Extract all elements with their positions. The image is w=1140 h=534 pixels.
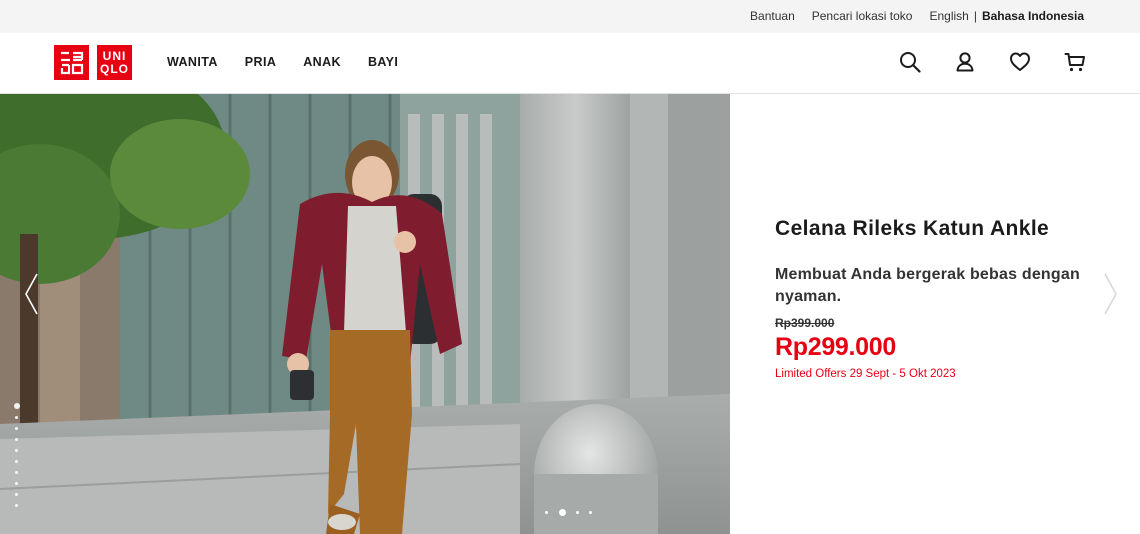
horizontal-dot[interactable] [576,511,579,514]
logo-line-1: UNI [102,48,127,63]
vertical-dot[interactable] [15,493,18,496]
carousel-prev-arrow-icon[interactable] [22,272,40,316]
hero-photo[interactable] [0,94,730,534]
hero-photo-illustration [0,94,730,534]
lang-english-link[interactable]: English [929,9,968,23]
wishlist-heart-icon[interactable] [1009,51,1031,73]
help-link[interactable]: Bantuan [750,9,795,23]
original-price: Rp399.000 [775,316,835,330]
vertical-dot[interactable] [15,460,18,463]
uniqlo-logo[interactable]: UNI QLO [54,45,132,80]
language-switcher: English | Bahasa Indonesia [929,9,1084,23]
sale-price: Rp299.000 [775,333,896,361]
vertical-dot[interactable] [15,438,18,441]
limited-offer-note: Limited Offers 29 Sept - 5 Okt 2023 [775,368,956,380]
product-description: Membuat Anda bergerak bebas dengan nyama… [775,266,1080,305]
vertical-dot[interactable] [15,504,18,507]
vertical-dot-active[interactable] [14,403,20,409]
utility-links: Bantuan Pencari lokasi toko English | Ba… [733,9,1084,23]
main-nav: WANITA PRIA ANAK BAYI [167,55,425,69]
logo-line-2: QLO [100,61,129,76]
header-actions [899,51,1086,73]
account-icon[interactable] [954,51,976,73]
product-title[interactable]: Celana Rileks Katun Ankle [775,217,1049,241]
hero-carousel: Celana Rileks Katun Ankle Membuat Anda b… [0,94,1140,534]
carousel-next-arrow-icon[interactable] [1102,272,1120,316]
vertical-dot[interactable] [15,482,18,485]
search-icon[interactable] [899,51,921,73]
horizontal-dot-active[interactable] [559,509,566,516]
cart-icon[interactable] [1064,51,1086,73]
nav-item-anak[interactable]: ANAK [303,55,341,69]
logo-tile-latin: UNI QLO [97,45,132,80]
lang-indonesia-link[interactable]: Bahasa Indonesia [982,9,1084,23]
product-panel: Celana Rileks Katun Ankle Membuat Anda b… [730,94,1140,534]
vertical-dot[interactable] [15,416,18,419]
nav-item-bayi[interactable]: BAYI [368,55,398,69]
vertical-dot[interactable] [15,427,18,430]
vertical-dot[interactable] [15,449,18,452]
store-locator-link[interactable]: Pencari lokasi toko [812,9,913,23]
utility-bar: Bantuan Pencari lokasi toko English | Ba… [0,0,1140,33]
vertical-dot[interactable] [15,471,18,474]
horizontal-dot[interactable] [545,511,548,514]
nav-item-pria[interactable]: PRIA [245,55,276,69]
lang-separator: | [973,9,977,23]
site-header: UNI QLO WANITA PRIA ANAK BAYI [0,33,1140,94]
nav-item-wanita[interactable]: WANITA [167,55,218,69]
logo-tile-katakana [54,45,89,80]
horizontal-dot[interactable] [589,511,592,514]
logo-katakana-glyphs [60,51,84,75]
